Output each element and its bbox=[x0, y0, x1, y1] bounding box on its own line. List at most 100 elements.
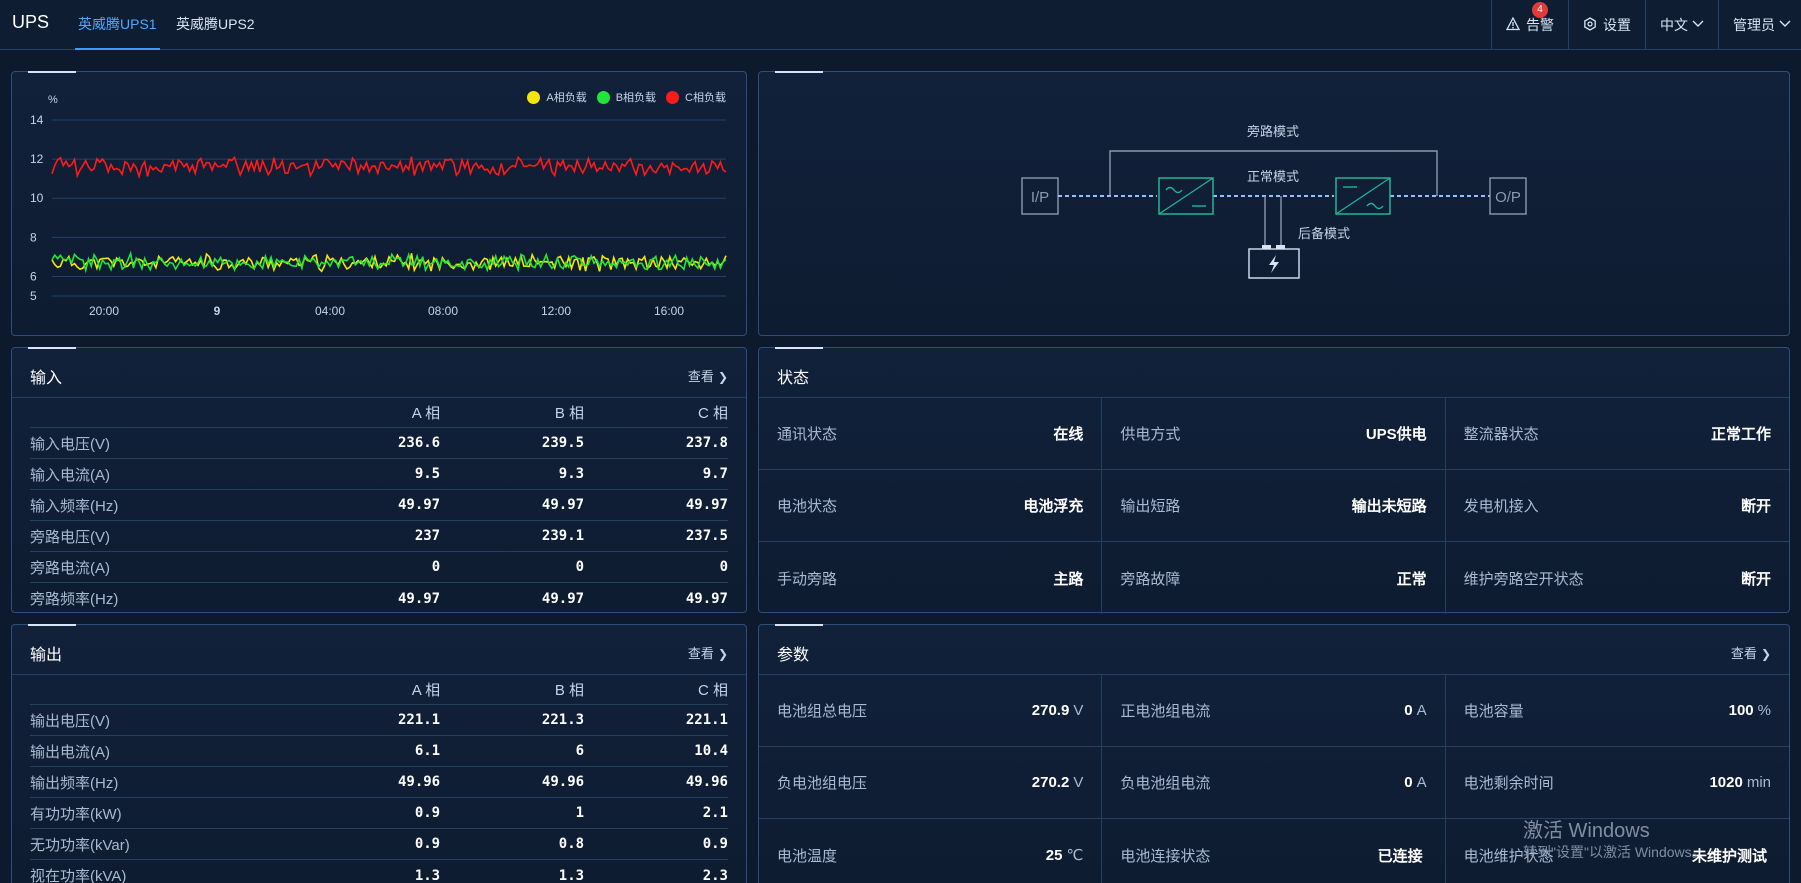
input-panel: 输入 查看 ❯ A 相 B 相 C 相 输入电压(V) 236.6 239.5 237.… bbox=[11, 347, 747, 613]
status-panel-title: 状态 bbox=[777, 370, 810, 387]
phase-b-header: B 相 bbox=[554, 682, 585, 699]
phase-a-header: A 相 bbox=[411, 682, 441, 699]
y-unit-label: % bbox=[48, 94, 58, 106]
x-tick-label: 9 bbox=[214, 304, 221, 318]
table-row: 输入电压(V) 236.6 239.5 237.8 bbox=[30, 428, 728, 459]
y-tick-label: 12 bbox=[30, 152, 44, 166]
status-grid: 通讯状态 在线 供电方式 UPS供电 整流器状态 正常工作 电池状态 电池浮充 输出短路… bbox=[759, 398, 1789, 614]
y-tick-label: 5 bbox=[30, 289, 37, 303]
chevron-right-icon: ❯ bbox=[717, 370, 728, 384]
input-port-label: I/P bbox=[1031, 189, 1049, 206]
table-header-row: A 相 B 相 C 相 bbox=[30, 398, 728, 428]
x-tick-label: 20:00 bbox=[89, 304, 119, 318]
output-panel-title: 输出 bbox=[30, 647, 63, 664]
top-actions: 告警 4 设置 中文 管理员 bbox=[1491, 0, 1801, 50]
y-tick-label: 6 bbox=[30, 269, 37, 283]
param-cell: 电池剩余时间 1020 min bbox=[1445, 747, 1789, 819]
legend-dot-c bbox=[666, 90, 680, 104]
tab-ups2[interactable]: 英威腾UPS2 bbox=[176, 14, 255, 50]
ac-wave-icon bbox=[1165, 186, 1183, 194]
chevron-down-icon bbox=[1779, 20, 1791, 31]
status-cell: 整流器状态 正常工作 bbox=[1445, 398, 1789, 470]
y-tick-label: 14 bbox=[30, 113, 44, 127]
alarm-label: 告警 bbox=[1526, 17, 1554, 33]
status-cell: 手动旁路 主路 bbox=[759, 542, 1103, 614]
param-cell: 负电池组电压 270.2 V bbox=[759, 747, 1103, 819]
table-row: 输入电流(A) 9.5 9.3 9.7 bbox=[30, 459, 728, 490]
settings-button[interactable]: 设置 bbox=[1568, 0, 1645, 50]
table-row: 旁路电流(A) 0 0 0 bbox=[30, 552, 728, 583]
status-cell: 发电机接入 断开 bbox=[1445, 470, 1789, 542]
input-table: A 相 B 相 C 相 输入电压(V) 236.6 239.5 237.8 输入电流(… bbox=[30, 398, 728, 614]
table-row: 视在功率(kVA) 1.3 1.3 2.3 bbox=[30, 867, 728, 883]
normal-mode-label: 正常模式 bbox=[1247, 169, 1299, 184]
lightning-icon bbox=[1269, 255, 1279, 273]
legend-item-a: A相负载 bbox=[527, 89, 587, 105]
status-cell: 输出短路 输出未短路 bbox=[1102, 470, 1446, 542]
chevron-right-icon: ❯ bbox=[717, 647, 728, 661]
x-tick-label: 12:00 bbox=[541, 304, 571, 318]
language-label: 中文 bbox=[1660, 17, 1688, 33]
table-row: 输出电压(V) 221.1 221.3 221.1 bbox=[30, 705, 728, 736]
status-cell: 旁路故障 正常 bbox=[1102, 542, 1446, 614]
y-tick-label: 8 bbox=[30, 230, 37, 244]
load-chart-panel: % 14 12 10 8 6 5 20:00 9 04:00 08:00 12:00 16:00 A… bbox=[11, 71, 747, 336]
warning-icon bbox=[1505, 16, 1521, 34]
ups-mode-diagram-panel: 旁路模式 I/P O/P 正常模式 后备模式 bbox=[758, 71, 1790, 336]
table-row: 无功功率(kVar) 0.9 0.8 0.9 bbox=[30, 829, 728, 860]
output-port-label: O/P bbox=[1495, 189, 1521, 206]
output-panel: 输出 查看 ❯ A 相 B 相 C 相 输出电压(V) 221.1 221.3 221.… bbox=[11, 624, 747, 883]
x-tick-label: 16:00 bbox=[654, 304, 684, 318]
x-tick-label: 08:00 bbox=[428, 304, 458, 318]
status-cell: 电池状态 电池浮充 bbox=[759, 470, 1103, 542]
status-cell: 维护旁路空开状态 断开 bbox=[1463, 570, 1771, 588]
table-row: 输出电流(A) 6.1 6 10.4 bbox=[30, 736, 728, 767]
param-cell: 电池容量 100% bbox=[1445, 675, 1789, 747]
windows-activation-watermark: 激活 Windows bbox=[1523, 820, 1650, 842]
output-panel-header: 输出 查看 ❯ bbox=[12, 625, 746, 675]
param-cell: 电池组总电压 270.9 V bbox=[759, 675, 1103, 747]
param-panel-title: 参数 bbox=[777, 647, 810, 664]
legend-dot-b bbox=[596, 90, 610, 104]
phase-a-header: A 相 bbox=[411, 405, 441, 422]
table-header-row: A 相 B 相 C 相 bbox=[30, 675, 728, 705]
view-more-label: 查看 bbox=[687, 646, 714, 661]
legend-label-c: C相负载 bbox=[685, 92, 726, 104]
view-more-label: 查看 bbox=[1730, 646, 1757, 661]
param-cell: 电池连接状态 已连接 bbox=[1102, 819, 1446, 883]
output-table: A 相 B 相 C 相 输出电压(V) 221.1 221.3 221.1 输出电流(… bbox=[30, 675, 728, 883]
phase-b-header: B 相 bbox=[554, 405, 585, 422]
chevron-down-icon bbox=[1692, 20, 1704, 31]
chevron-right-icon: ❯ bbox=[1760, 647, 1771, 661]
param-cell: 正电池组电流 0 A bbox=[1102, 675, 1446, 747]
language-select[interactable]: 中文 bbox=[1645, 0, 1718, 50]
view-more-label: 查看 bbox=[687, 369, 714, 384]
input-view-more-link[interactable]: 查看 ❯ bbox=[688, 366, 728, 385]
table-row: 旁路电压(V) 237 239.1 237.5 bbox=[30, 521, 728, 552]
gear-icon bbox=[1583, 16, 1597, 34]
alarm-count-badge: 4 bbox=[1532, 2, 1548, 18]
output-view-more-link[interactable]: 查看 ❯ bbox=[688, 643, 728, 662]
windows-activation-hint: 转到"设置"以激活 Windows。 bbox=[1523, 844, 1706, 860]
param-view-more-link[interactable]: 查看 ❯ bbox=[1731, 643, 1771, 662]
table-row: 输出频率(Hz) 49.96 49.96 49.96 bbox=[30, 767, 728, 798]
x-tick-label: 04:00 bbox=[315, 304, 345, 318]
status-cell: 供电方式 UPS供电 bbox=[1102, 398, 1446, 470]
status-cell: 通讯状态 在线 bbox=[759, 398, 1103, 470]
status-panel: 状态 通讯状态 在线 供电方式 UPS供电 整流器状态 正常工作 电池状态 电池浮充 输… bbox=[758, 347, 1790, 614]
table-row: 旁路频率(Hz) 49.97 49.97 49.97 bbox=[30, 590, 728, 609]
user-label: 管理员 bbox=[1733, 17, 1775, 33]
tab-ups1[interactable]: 英威腾UPS1 bbox=[75, 14, 160, 50]
bypass-mode-label: 旁路模式 bbox=[1247, 124, 1299, 139]
legend-label-b: B相负载 bbox=[615, 92, 657, 104]
ups-mode-diagram: 旁路模式 I/P O/P 正常模式 后备模式 bbox=[1021, 124, 1527, 279]
alarm-button[interactable]: 告警 4 bbox=[1491, 0, 1568, 50]
input-panel-title: 输入 bbox=[30, 370, 63, 387]
phase-c-header: C 相 bbox=[697, 405, 728, 422]
user-menu[interactable]: 管理员 bbox=[1718, 0, 1801, 50]
app-brand: UPS bbox=[12, 12, 50, 32]
param-panel-header: 参数 查看 ❯ bbox=[759, 625, 1789, 675]
series-line-c bbox=[51, 155, 727, 180]
legend-item-c: C相负载 bbox=[666, 89, 726, 105]
legend-label-a: A相负载 bbox=[546, 92, 587, 104]
